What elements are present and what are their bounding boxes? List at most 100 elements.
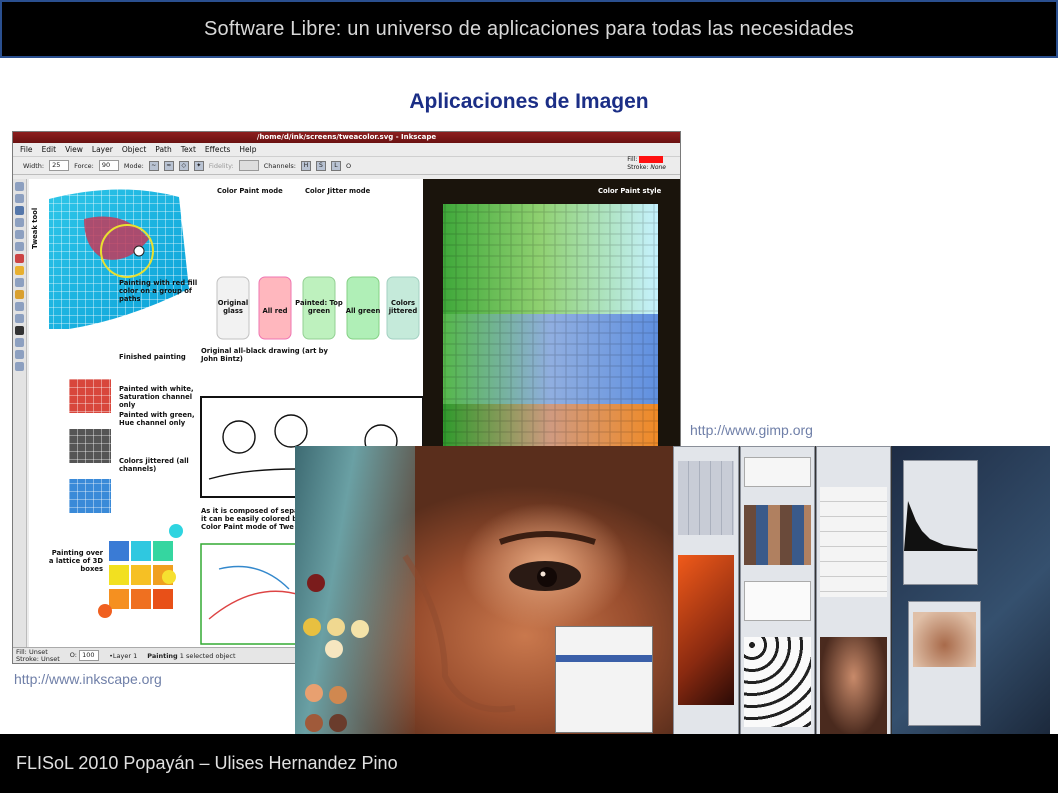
menu-text[interactable]: Text	[181, 145, 196, 154]
menu-entry[interactable]	[556, 627, 652, 634]
menu-entry[interactable]	[556, 704, 652, 711]
menu-object[interactable]: Object	[122, 145, 146, 154]
pen-tool-icon[interactable]	[15, 302, 24, 311]
force-input[interactable]: 90	[98, 160, 119, 171]
gimp-screenshot	[295, 446, 1050, 748]
paint-mode-icon[interactable]: ✦	[193, 160, 204, 171]
palette-swatch-light	[325, 640, 343, 658]
fidelity-input[interactable]	[238, 160, 259, 171]
menu-view[interactable]: View	[65, 145, 83, 154]
status-message: 1 selected object	[179, 651, 236, 660]
tool-icon-grid[interactable]	[678, 461, 734, 535]
text-tool-icon[interactable]	[15, 326, 24, 335]
finished-painting-caption: Finished painting	[119, 353, 186, 361]
glass-caption-all-red: All red	[262, 307, 288, 315]
gimp-url[interactable]: http://www.gimp.org	[690, 422, 813, 438]
drawing-title-caption: Original all-black drawing (art by John …	[201, 347, 328, 363]
tweak-tool-caption: Tweak tool	[31, 207, 39, 249]
tweak-tool-icon[interactable]	[15, 206, 24, 215]
color-paint-mode-caption: Color Paint mode	[217, 187, 283, 195]
force-label: Force:	[74, 161, 94, 170]
star-tool-icon[interactable]	[15, 266, 24, 275]
fonts-list[interactable]	[744, 457, 811, 487]
blur-preview	[913, 612, 976, 667]
palette-swatch-yellow	[303, 618, 321, 636]
ellipse-tool-icon[interactable]	[15, 254, 24, 263]
gradients-list[interactable]	[744, 581, 811, 621]
menu-entry-selected[interactable]	[556, 655, 652, 662]
fidelity-label: Fidelity:	[208, 161, 234, 170]
glass-caption-jittered: Colors jittered	[388, 299, 418, 315]
width-label: Width:	[23, 161, 45, 170]
layer-selector[interactable]: •Layer 1	[109, 652, 137, 660]
rect-tool-icon[interactable]	[15, 230, 24, 239]
status-message-mode: Painting	[147, 651, 178, 660]
channel-o-toggle[interactable]: O	[346, 162, 351, 170]
painted-green-caption: Painted with green, Hue channel only	[119, 411, 195, 427]
box3d-tool-icon[interactable]	[15, 242, 24, 251]
calligraphy-tool-icon[interactable]	[15, 314, 24, 323]
dropper-tool-icon[interactable]	[15, 362, 24, 371]
menu-file[interactable]: File	[20, 145, 33, 154]
histogram-dialog	[903, 460, 978, 585]
menu-entry[interactable]	[556, 641, 652, 648]
menu-entry[interactable]	[556, 634, 652, 641]
menu-entry[interactable]	[556, 648, 652, 655]
menu-entry[interactable]	[556, 711, 652, 718]
menu-entry[interactable]	[556, 718, 652, 725]
stroke-label: Stroke:	[627, 164, 649, 171]
menu-entry[interactable]	[556, 662, 652, 669]
brushes-grid[interactable]	[744, 637, 811, 727]
layers-list[interactable]	[820, 487, 887, 597]
palette-swatch-peach	[305, 684, 323, 702]
glass-caption-all-green: All green	[345, 307, 381, 315]
push-mode-icon[interactable]: ◇	[178, 160, 189, 171]
colors-jittered-caption: Colors jittered (all channels)	[119, 457, 189, 473]
channel-l-toggle[interactable]: L	[330, 160, 341, 171]
fill-stroke-indicator: Fill: Stroke: None	[627, 156, 666, 172]
width-input[interactable]: 25	[49, 160, 70, 171]
menu-path[interactable]: Path	[155, 145, 171, 154]
menu-entry[interactable]	[556, 683, 652, 690]
palette-swatch-pale	[351, 620, 369, 638]
menu-layer[interactable]: Layer	[92, 145, 113, 154]
inkscape-menubar: File Edit View Layer Object Path Text Ef…	[13, 143, 680, 156]
stroke-value: None	[650, 164, 666, 171]
shrink-mode-icon[interactable]: ≈	[163, 160, 174, 171]
color-picker[interactable]	[678, 555, 734, 705]
tweak-mode-icon[interactable]: ~	[148, 160, 159, 171]
spiral-tool-icon[interactable]	[15, 278, 24, 287]
glass-caption-top-green: Painted: Top green	[295, 299, 343, 315]
filters-menu	[555, 626, 653, 733]
menu-entry[interactable]	[556, 676, 652, 683]
gradient-tool-icon[interactable]	[15, 350, 24, 359]
inkscape-url[interactable]: http://www.inkscape.org	[14, 671, 162, 687]
footer-text: FLISoL 2010 Popayán – Ulises Hernandez P…	[16, 753, 398, 773]
zoom-tool-icon[interactable]	[15, 218, 24, 227]
menu-edit[interactable]: Edit	[42, 145, 57, 154]
menu-entry[interactable]	[556, 697, 652, 704]
menu-entry[interactable]	[556, 725, 652, 732]
fill-swatch[interactable]	[639, 156, 664, 163]
select-tool-icon[interactable]	[15, 182, 24, 191]
status-stroke-label: Stroke:	[16, 654, 39, 663]
opacity-label: O:	[69, 651, 77, 659]
histogram-graph	[904, 501, 977, 551]
palette-swatch-maroon	[307, 574, 325, 592]
lattice-note: Painting over a lattice of 3D boxes	[48, 549, 103, 573]
spray-tool-icon[interactable]	[15, 338, 24, 347]
pencil-tool-icon[interactable]	[15, 290, 24, 299]
opacity-input[interactable]: 100	[79, 650, 100, 661]
menu-effects[interactable]: Effects	[205, 145, 231, 154]
channel-s-toggle[interactable]: S	[315, 160, 326, 171]
glass-caption-original: Original glass	[217, 299, 249, 315]
menu-help[interactable]: Help	[239, 145, 256, 154]
channel-h-toggle[interactable]: H	[300, 160, 311, 171]
patterns-grid[interactable]	[744, 505, 811, 565]
node-tool-icon[interactable]	[15, 194, 24, 203]
menu-entry[interactable]	[556, 669, 652, 676]
gimp-layers-panel	[816, 446, 891, 748]
palette-swatch-tan	[329, 686, 347, 704]
channels-label: Channels:	[263, 161, 296, 170]
menu-entry[interactable]	[556, 690, 652, 697]
